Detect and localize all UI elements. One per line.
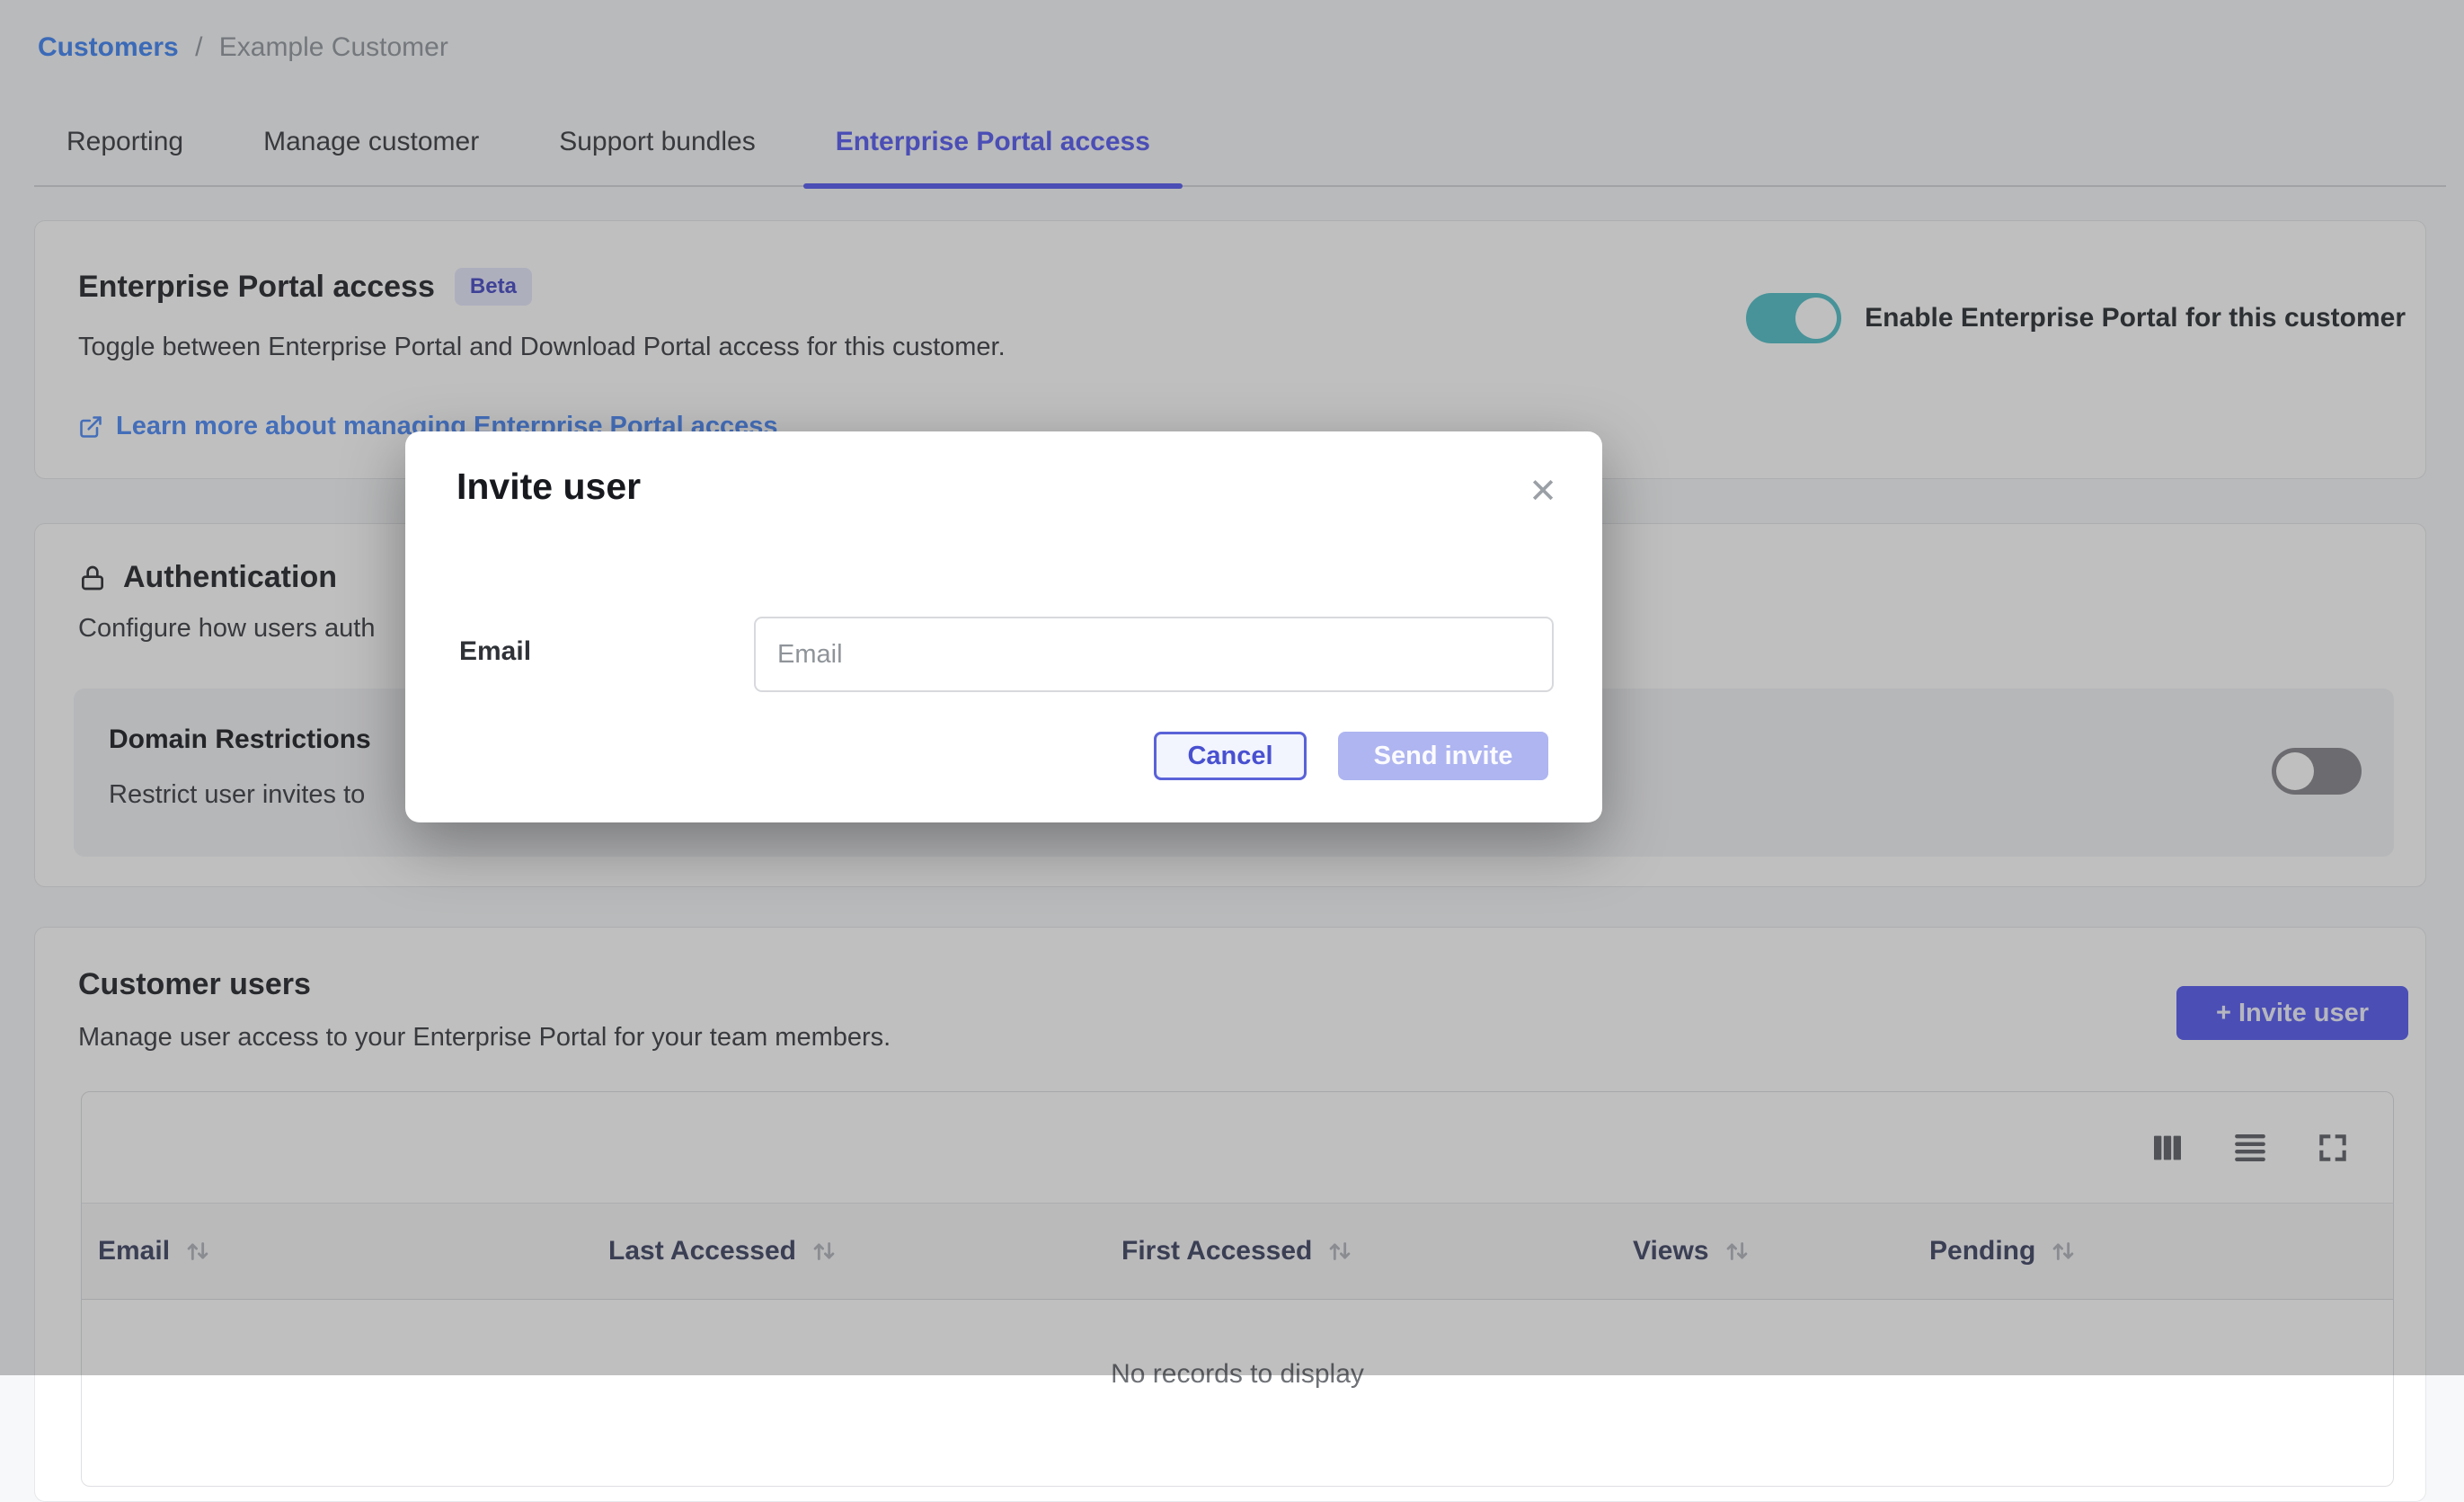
email-label: Email [459, 636, 531, 667]
invite-user-modal-title: Invite user [456, 466, 641, 508]
send-invite-button[interactable]: Send invite [1338, 732, 1548, 780]
cancel-button[interactable]: Cancel [1154, 732, 1307, 780]
modal-actions: Cancel Send invite [1154, 732, 1548, 780]
email-field[interactable] [754, 617, 1554, 692]
close-icon[interactable]: ✕ [1529, 475, 1557, 509]
invite-user-modal: Invite user ✕ Email Cancel Send invite [405, 431, 1602, 822]
